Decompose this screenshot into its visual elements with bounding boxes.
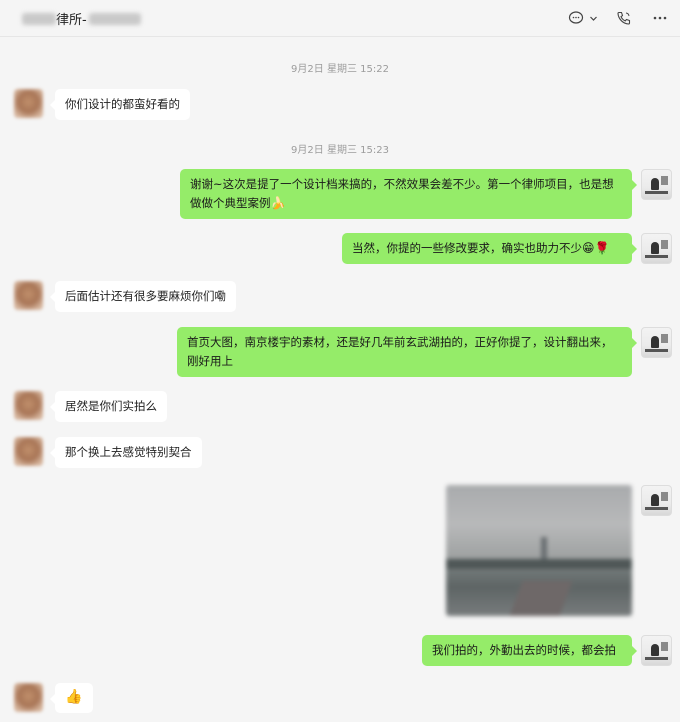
message-line: 刚好用上: [187, 354, 233, 368]
message-bubble[interactable]: 你们设计的都蛮好看的: [50, 89, 190, 120]
title-bar: 律所-: [0, 0, 680, 37]
shared-photo[interactable]: [446, 485, 632, 616]
avatar[interactable]: [641, 635, 672, 666]
message-bubble[interactable]: 首页大图，南京楼宇的素材，还是好几年前玄武湖拍的，正好你提了，设计翻出来， 刚好…: [177, 327, 637, 377]
avatar[interactable]: [14, 89, 43, 118]
blurred-name-suffix: [88, 12, 141, 25]
chat-title: 律所-: [22, 9, 141, 28]
avatar[interactable]: [14, 281, 43, 310]
banana-emoji: 🍌: [270, 196, 286, 210]
message-bubble[interactable]: 居然是你们实拍么: [50, 391, 167, 422]
chat-bubble-icon[interactable]: [566, 8, 586, 28]
blurred-name: [22, 12, 56, 25]
message-bubble[interactable]: 后面估计还有很多要麻烦你们嘞: [50, 281, 236, 312]
message-bubble[interactable]: 谢谢~这次是提了一个设计档来搞的，不然效果会差不少。第一个律师项目，也是想 做做…: [180, 169, 637, 219]
message-bubble[interactable]: 我们拍的，外勤出去的时候，都会拍: [422, 635, 637, 666]
message-line: 谢谢~这次是提了一个设计档来搞的，不然效果会差不少。第一个律师项目，也是想: [190, 177, 614, 191]
grin-rose-emoji: 😁🌹: [582, 241, 610, 255]
avatar[interactable]: [641, 327, 672, 358]
message-line: 首页大图，南京楼宇的素材，还是好几年前玄武湖拍的，正好你提了，设计翻出来，: [187, 335, 613, 349]
message-bubble[interactable]: 那个换上去感觉特别契合: [50, 437, 202, 468]
more-icon[interactable]: [650, 8, 670, 28]
avatar[interactable]: [641, 169, 672, 200]
chat-title-text: 律所-: [56, 13, 87, 28]
phone-icon[interactable]: [614, 8, 634, 28]
message-bubble[interactable]: 当然，你提的一些修改要求，确实也助力不少😁🌹: [342, 233, 637, 264]
timestamp: 9月2日 星期三 15:22: [291, 64, 389, 75]
message-line: 做做个典型案例: [190, 196, 271, 210]
message-bubble[interactable]: 👍: [50, 683, 93, 713]
avatar[interactable]: [641, 485, 672, 516]
message-text: 当然，你提的一些修改要求，确实也助力不少: [352, 241, 582, 255]
avatar[interactable]: [14, 391, 43, 420]
timestamp: 9月2日 星期三 15:23: [291, 145, 389, 156]
avatar[interactable]: [14, 683, 43, 712]
chevron-down-icon[interactable]: [588, 8, 598, 28]
avatar[interactable]: [641, 233, 672, 264]
avatar[interactable]: [14, 437, 43, 466]
thumbs-up-emoji: 👍: [65, 689, 83, 705]
